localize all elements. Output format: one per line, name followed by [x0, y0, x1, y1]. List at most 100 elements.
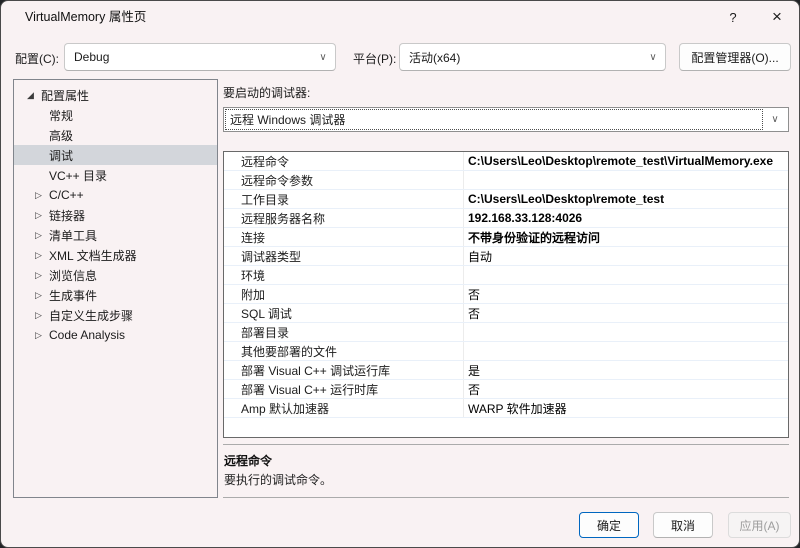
- tree-item[interactable]: 调试: [14, 145, 217, 165]
- property-name[interactable]: 其他要部署的文件: [224, 342, 464, 360]
- tree-collapsed-icon[interactable]: ▷: [35, 330, 49, 341]
- close-button[interactable]: ×: [757, 1, 797, 33]
- tree-item-label: 配置属性: [41, 87, 89, 104]
- tree-item-label: 常规: [49, 107, 73, 124]
- configuration-label: 配置(C):: [15, 50, 59, 67]
- tree-item[interactable]: ▷生成事件: [14, 285, 217, 305]
- tree-collapsed-icon[interactable]: ▷: [35, 290, 49, 301]
- property-name[interactable]: Amp 默认加速器: [224, 399, 464, 417]
- tree-item[interactable]: ▷浏览信息: [14, 265, 217, 285]
- property-row[interactable]: SQL 调试否: [224, 304, 788, 323]
- tree-item-label: 高级: [49, 127, 73, 144]
- property-row[interactable]: 部署目录: [224, 323, 788, 342]
- property-value[interactable]: C:\Users\Leo\Desktop\remote_test: [464, 190, 788, 208]
- tree-item[interactable]: ▷清单工具: [14, 225, 217, 245]
- chevron-down-icon: ∨: [311, 52, 335, 63]
- chevron-down-icon: ∨: [762, 114, 788, 125]
- property-name[interactable]: 远程命令: [224, 152, 464, 170]
- property-name[interactable]: 工作目录: [224, 190, 464, 208]
- property-row[interactable]: 连接不带身份验证的远程访问: [224, 228, 788, 247]
- property-name[interactable]: 部署 Visual C++ 调试运行库: [224, 361, 464, 379]
- tree-indent: [14, 215, 35, 216]
- tree-item[interactable]: VC++ 目录: [14, 165, 217, 185]
- apply-button: 应用(A): [728, 512, 791, 538]
- property-row[interactable]: 环境: [224, 266, 788, 285]
- platform-dropdown[interactable]: 活动(x64) ∨: [399, 43, 666, 71]
- property-value[interactable]: 否: [464, 380, 788, 398]
- property-value[interactable]: WARP 软件加速器: [464, 399, 788, 417]
- tree-indent: [14, 155, 35, 156]
- tree-item-label: 清单工具: [49, 227, 97, 244]
- titlebar[interactable]: VirtualMemory 属性页 ? ×: [1, 1, 799, 33]
- property-name[interactable]: 远程服务器名称: [224, 209, 464, 227]
- tree-item-label: XML 文档生成器: [49, 247, 137, 264]
- cancel-button[interactable]: 取消: [653, 512, 713, 538]
- tree-item-label: 生成事件: [49, 287, 97, 304]
- property-row[interactable]: 远程命令参数: [224, 171, 788, 190]
- tree-item[interactable]: ▷XML 文档生成器: [14, 245, 217, 265]
- property-row[interactable]: 远程命令C:\Users\Leo\Desktop\remote_test\Vir…: [224, 152, 788, 171]
- property-row[interactable]: 附加否: [224, 285, 788, 304]
- tree-expanded-icon[interactable]: ◢: [27, 90, 41, 101]
- help-button[interactable]: ?: [713, 1, 753, 33]
- description-text: 要执行的调试命令。: [224, 471, 332, 488]
- close-icon: ×: [772, 7, 782, 27]
- property-row[interactable]: 部署 Visual C++ 调试运行库是: [224, 361, 788, 380]
- property-value[interactable]: 是: [464, 361, 788, 379]
- description-title: 远程命令: [224, 452, 272, 469]
- property-value[interactable]: [464, 266, 788, 284]
- tree-indent: [14, 235, 35, 236]
- property-name[interactable]: 部署 Visual C++ 运行时库: [224, 380, 464, 398]
- tree-indent: [14, 95, 27, 96]
- property-value[interactable]: [464, 323, 788, 341]
- property-value[interactable]: [464, 171, 788, 189]
- property-row[interactable]: 远程服务器名称192.168.33.128:4026: [224, 209, 788, 228]
- property-name[interactable]: 环境: [224, 266, 464, 284]
- chevron-down-icon: ∨: [641, 52, 665, 63]
- tree-item-label: C/C++: [49, 188, 84, 202]
- property-name[interactable]: 调试器类型: [224, 247, 464, 265]
- property-row[interactable]: Amp 默认加速器WARP 软件加速器: [224, 399, 788, 418]
- tree-item-label: Code Analysis: [49, 328, 125, 342]
- tree-collapsed-icon[interactable]: ▷: [35, 230, 49, 241]
- property-name[interactable]: 部署目录: [224, 323, 464, 341]
- property-pages-dialog: VirtualMemory 属性页 ? × 配置(C): Debug ∨ 平台(…: [0, 0, 800, 548]
- property-row[interactable]: 其他要部署的文件: [224, 342, 788, 361]
- tree-item-label: 浏览信息: [49, 267, 97, 284]
- property-value[interactable]: 不带身份验证的远程访问: [464, 228, 788, 246]
- property-row[interactable]: 工作目录C:\Users\Leo\Desktop\remote_test: [224, 190, 788, 209]
- tree-item[interactable]: ▷链接器: [14, 205, 217, 225]
- tree-item[interactable]: ▷自定义生成步骤: [14, 305, 217, 325]
- ok-button[interactable]: 确定: [579, 512, 639, 538]
- property-name[interactable]: 连接: [224, 228, 464, 246]
- platform-value: 活动(x64): [400, 49, 641, 66]
- property-name[interactable]: 远程命令参数: [224, 171, 464, 189]
- tree-item[interactable]: ▷C/C++: [14, 185, 217, 205]
- tree-collapsed-icon[interactable]: ▷: [35, 310, 49, 321]
- tree-collapsed-icon[interactable]: ▷: [35, 190, 49, 201]
- tree-collapsed-icon[interactable]: ▷: [35, 250, 49, 261]
- property-value[interactable]: 192.168.33.128:4026: [464, 209, 788, 227]
- tree-item[interactable]: 高级: [14, 125, 217, 145]
- property-row[interactable]: 部署 Visual C++ 运行时库否: [224, 380, 788, 399]
- tree-item-label: 自定义生成步骤: [49, 307, 133, 324]
- debugger-dropdown[interactable]: 远程 Windows 调试器 ∨: [223, 107, 789, 132]
- tree-item[interactable]: ◢配置属性: [14, 85, 217, 105]
- tree-indent: [14, 135, 35, 136]
- help-icon: ?: [729, 10, 736, 25]
- configuration-dropdown[interactable]: Debug ∨: [64, 43, 336, 71]
- property-value[interactable]: 否: [464, 285, 788, 303]
- tree-collapsed-icon[interactable]: ▷: [35, 270, 49, 281]
- property-row[interactable]: 调试器类型自动: [224, 247, 788, 266]
- tree-item[interactable]: ▷Code Analysis: [14, 325, 217, 345]
- tree-indent: [14, 275, 35, 276]
- tree-collapsed-icon[interactable]: ▷: [35, 210, 49, 221]
- configuration-manager-button[interactable]: 配置管理器(O)...: [679, 43, 791, 71]
- tree-item[interactable]: 常规: [14, 105, 217, 125]
- property-value[interactable]: C:\Users\Leo\Desktop\remote_test\Virtual…: [464, 152, 788, 170]
- property-value[interactable]: 否: [464, 304, 788, 322]
- property-value[interactable]: 自动: [464, 247, 788, 265]
- property-value[interactable]: [464, 342, 788, 360]
- property-name[interactable]: SQL 调试: [224, 304, 464, 322]
- property-name[interactable]: 附加: [224, 285, 464, 303]
